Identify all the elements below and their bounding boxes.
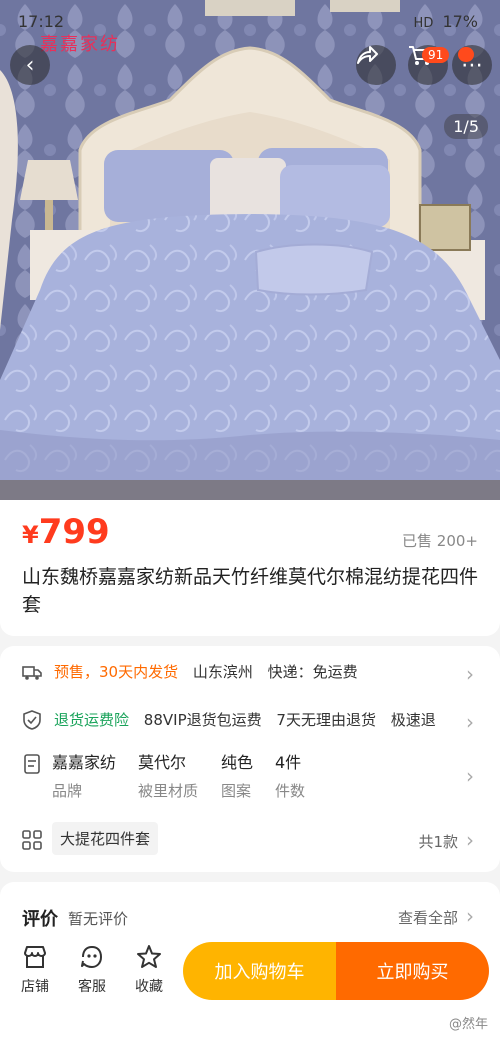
platform-watermark: @然年 <box>448 1017 488 1032</box>
chevron-right-icon: › <box>466 662 474 686</box>
document-icon <box>24 754 40 774</box>
spec-key: 图案 <box>221 782 252 800</box>
chevron-right-icon: › <box>466 828 474 852</box>
status-time: 17:12 <box>18 12 65 31</box>
spec-pattern: 纯色 图案 <box>221 752 253 802</box>
more-badge <box>458 47 474 62</box>
customer-service-icon <box>81 946 102 968</box>
network-icon: HD <box>413 16 434 31</box>
guarantee-row[interactable]: 退货运费险 88VIP退货包运费 7天无理由退货 极速退 <box>22 708 452 732</box>
product-image[interactable]: 17:12 HD 17% 嘉嘉家纺 ‹ 91 ⋯ 1/5 <box>0 0 500 500</box>
guarantee-item: 极速退 <box>390 711 436 729</box>
buy-now-button[interactable]: 立即购买 <box>336 942 489 1000</box>
chevron-right-icon: › <box>466 710 474 734</box>
share-icon <box>357 46 378 64</box>
product-title: 山东魏桥嘉嘉家纺新品天竹纤维莫代尔棉混纺提花四件套 <box>22 566 479 616</box>
shop-watermark-logo: 嘉嘉家纺 <box>40 34 120 55</box>
spec-pieces: 4件 件数 <box>275 752 305 802</box>
star-icon <box>137 945 161 968</box>
currency-symbol: ¥ <box>22 521 39 549</box>
spec-value: 4件 <box>275 753 302 772</box>
spec-key: 品牌 <box>52 782 83 800</box>
tab-store[interactable]: 店铺 <box>15 944 55 996</box>
guarantee-item: 88VIP退货包运费 <box>143 711 262 729</box>
sku-count[interactable]: 共1款 <box>418 831 458 852</box>
tab-favorite[interactable]: 收藏 <box>129 944 169 996</box>
tab-label: 店铺 <box>21 979 49 995</box>
spec-value: 莫代尔 <box>138 753 187 772</box>
reviews-title: 评价 <box>22 909 58 930</box>
store-icon <box>24 946 46 968</box>
spec-value: 纯色 <box>221 753 254 772</box>
tab-label: 客服 <box>78 979 106 995</box>
add-to-cart-button[interactable]: 加入购物车 <box>183 942 336 1000</box>
view-all-reviews[interactable]: 查看全部 <box>398 907 458 928</box>
gallery-pager: 1/5 <box>444 114 488 139</box>
return-insurance: 退货运费险 <box>54 711 130 729</box>
tab-label: 收藏 <box>135 979 163 995</box>
presale-text: 预售，30天内发货 <box>54 663 179 681</box>
status-indicators: HD 17% <box>414 12 478 31</box>
share-button[interactable] <box>356 45 396 85</box>
spec-key: 件数 <box>275 782 306 800</box>
truck-icon <box>22 666 42 680</box>
chevron-right-icon: › <box>466 904 474 928</box>
specs-row[interactable]: 嘉嘉家纺 品牌 莫代尔 被里材质 纯色 图案 4件 件数 <box>22 752 482 808</box>
cart-badge: 91 <box>422 47 450 63</box>
price-value: 799 <box>38 512 110 552</box>
grid-icon <box>22 830 42 850</box>
price: ¥799 <box>22 512 110 552</box>
spec-material: 莫代尔 被里材质 <box>138 752 198 802</box>
guarantee-item: 7天无理由退货 <box>276 711 376 729</box>
sold-count: 已售 200+ <box>402 532 478 550</box>
spec-value: 嘉嘉家纺 <box>52 753 117 772</box>
chevron-left-icon: ‹ <box>25 52 35 78</box>
back-button[interactable]: ‹ <box>10 45 50 85</box>
ship-origin: 山东滨州 <box>192 663 253 681</box>
reviews-empty: 暂无评价 <box>68 910 129 928</box>
battery-percent: 17% <box>442 12 478 31</box>
shield-icon <box>23 710 41 730</box>
spec-key: 被里材质 <box>138 782 199 800</box>
shipping-fee: 快递：免运费 <box>267 663 358 681</box>
chevron-right-icon: › <box>466 764 474 788</box>
sku-option[interactable]: 大提花四件套 <box>52 822 159 855</box>
spec-brand: 嘉嘉家纺 品牌 <box>52 752 116 802</box>
tab-customer-service[interactable]: 客服 <box>72 944 112 996</box>
shipping-row[interactable]: 预售，30天内发货 山东滨州 快递：免运费 <box>22 660 482 684</box>
